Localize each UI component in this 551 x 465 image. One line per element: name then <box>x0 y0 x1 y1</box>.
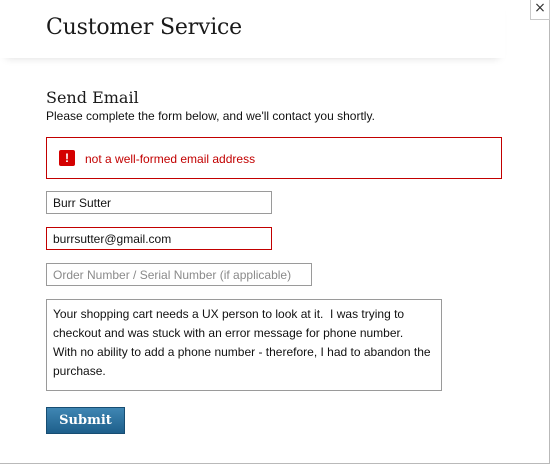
close-button[interactable]: × <box>530 0 550 20</box>
customer-service-dialog: Customer Service × Send Email Please com… <box>0 0 550 464</box>
close-icon[interactable]: × <box>531 0 549 18</box>
message-textarea[interactable]: Your shopping cart needs a UX person to … <box>46 299 442 391</box>
dialog-header: Customer Service <box>0 0 505 58</box>
form-intro: Please complete the form below, and we'l… <box>46 109 375 123</box>
name-field[interactable] <box>46 191 272 214</box>
error-message-box: ! not a well-formed email address <box>46 137 502 179</box>
error-icon: ! <box>59 150 75 166</box>
dialog-title: Customer Service <box>46 15 242 40</box>
submit-button[interactable]: Submit <box>46 407 125 434</box>
email-field[interactable] <box>46 227 272 250</box>
order-number-field[interactable] <box>46 263 312 286</box>
error-text: not a well-formed email address <box>85 152 256 166</box>
section-title: Send Email <box>46 88 139 107</box>
